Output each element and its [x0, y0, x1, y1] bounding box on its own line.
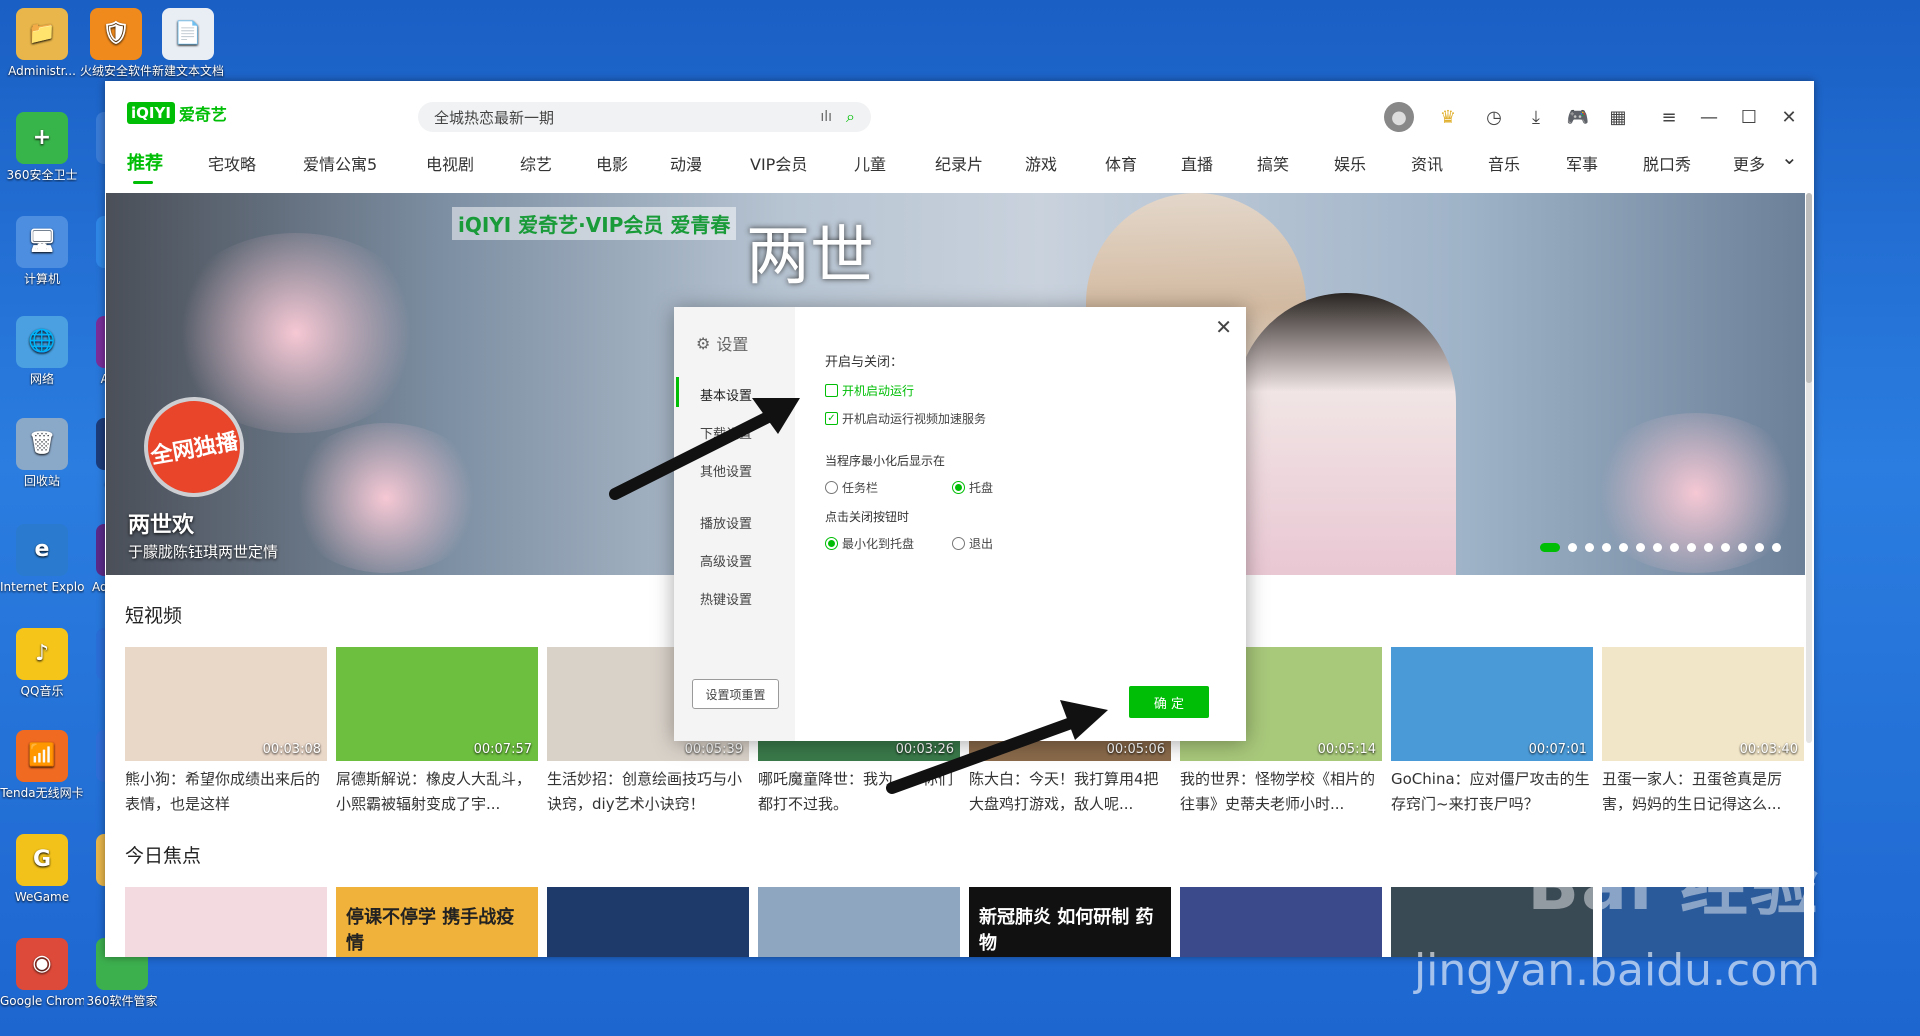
watermark-url: jingyan.baidu.com	[1413, 945, 1820, 996]
arrow-to-confirm	[886, 700, 1108, 794]
arrow-to-autostart	[609, 398, 800, 500]
watermark-logo: Bai 经验	[1527, 847, 1820, 926]
